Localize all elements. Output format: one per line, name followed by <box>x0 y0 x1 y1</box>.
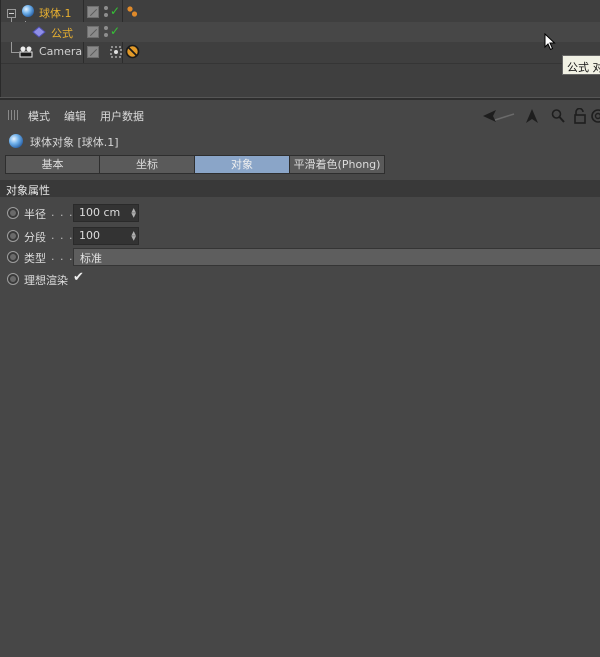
spinner-arrows-icon[interactable]: ▲ ▼ <box>131 208 136 219</box>
section-title: 对象属性 <box>6 184 50 197</box>
object-manager: 球体.1 ✓ 公式 ✓ Camera 公式 对 <box>0 0 600 97</box>
camera-icon <box>19 46 35 61</box>
section-header: 对象属性 <box>0 180 600 197</box>
enabled-check-icon[interactable]: ✓ <box>110 24 120 38</box>
enabled-check-icon[interactable]: ✓ <box>110 4 120 18</box>
property-label: 分段 <box>24 231 46 244</box>
tab-phong[interactable]: 平滑着色(Phong) <box>289 155 385 174</box>
sphere-icon <box>8 133 24 152</box>
row-separator <box>1 63 600 64</box>
layer-square-icon[interactable] <box>87 26 99 38</box>
object-row-sphere[interactable]: 球体.1 ✓ <box>1 2 600 22</box>
object-row-formula[interactable]: 公式 ✓ <box>1 22 600 42</box>
property-perfect-render: 理想渲染 ✔ <box>0 269 600 289</box>
tab-basic[interactable]: 基本 <box>5 155 100 174</box>
object-title: 球体对象 [球体.1] <box>30 136 119 149</box>
layer-square-icon[interactable] <box>87 46 99 58</box>
radius-input[interactable]: 100 cm ▲ ▼ <box>73 204 139 222</box>
object-name-sphere[interactable]: 球体.1 <box>39 5 72 21</box>
object-name-formula[interactable]: 公式 <box>51 25 73 41</box>
segments-input[interactable]: 100 ▲ ▼ <box>73 227 139 245</box>
property-segments: 分段 . . . 100 ▲ ▼ <box>0 226 600 246</box>
menu-edit[interactable]: 编辑 <box>64 108 86 124</box>
spinner-arrows-icon[interactable]: ▲ ▼ <box>131 231 136 242</box>
lock-icon[interactable] <box>573 107 587 124</box>
property-dots: . . . <box>51 206 74 219</box>
sphere-icon <box>21 4 35 21</box>
radius-value: 100 cm <box>79 206 121 219</box>
type-dropdown[interactable]: 标准 <box>73 248 600 266</box>
up-arrow-icon[interactable] <box>525 108 539 124</box>
layer-square-icon[interactable] <box>87 6 99 18</box>
object-row-camera[interactable]: Camera <box>1 42 600 62</box>
animate-radio-icon[interactable] <box>7 230 19 242</box>
attribute-menubar: 模式 编辑 用户数据 <box>0 104 600 126</box>
visibility-dots-icon[interactable] <box>103 26 109 38</box>
animate-radio-icon[interactable] <box>7 207 19 219</box>
property-label: 半径 <box>24 208 46 221</box>
property-type: 类型 . . . 标准 <box>0 247 600 267</box>
menu-mode[interactable]: 模式 <box>28 108 50 124</box>
mouse-cursor-icon <box>544 32 556 54</box>
perfect-render-checkbox[interactable]: ✔ <box>73 270 84 285</box>
camera-target-icon[interactable] <box>110 46 122 61</box>
search-icon[interactable] <box>551 108 565 124</box>
object-title-bar: 球体对象 [球体.1] <box>6 132 306 150</box>
property-label: 理想渲染 <box>24 274 68 287</box>
attribute-manager: 模式 编辑 用户数据 球体对象 [球体.1] 基本 坐标 对象 平滑着色(Pho… <box>0 100 600 657</box>
object-name-camera[interactable]: Camera <box>39 45 82 58</box>
back-arrow-icon[interactable] <box>482 108 516 124</box>
protection-tag-icon[interactable] <box>125 44 140 62</box>
target-icon[interactable] <box>590 108 600 124</box>
collapse-toggle-icon[interactable] <box>7 9 16 18</box>
grip-icon[interactable] <box>8 110 18 120</box>
segments-value: 100 <box>79 229 100 242</box>
property-dots: . . . <box>51 250 74 263</box>
animate-radio-icon[interactable] <box>7 251 19 263</box>
tooltip: 公式 对 <box>562 55 600 75</box>
animate-radio-icon[interactable] <box>7 273 19 285</box>
tab-coordinates[interactable]: 坐标 <box>99 155 195 174</box>
formula-deformer-icon <box>32 26 46 41</box>
menu-user-data[interactable]: 用户数据 <box>100 108 144 124</box>
property-label: 类型 <box>24 252 46 265</box>
property-dots: . . . <box>51 229 74 242</box>
visibility-dots-icon[interactable] <box>103 6 109 18</box>
attribute-tabs: 基本 坐标 对象 平滑着色(Phong) <box>5 155 385 174</box>
property-radius: 半径 . . . 100 cm ▲ ▼ <box>0 203 600 223</box>
tab-object[interactable]: 对象 <box>194 155 290 174</box>
tag-icon[interactable] <box>126 5 138 22</box>
